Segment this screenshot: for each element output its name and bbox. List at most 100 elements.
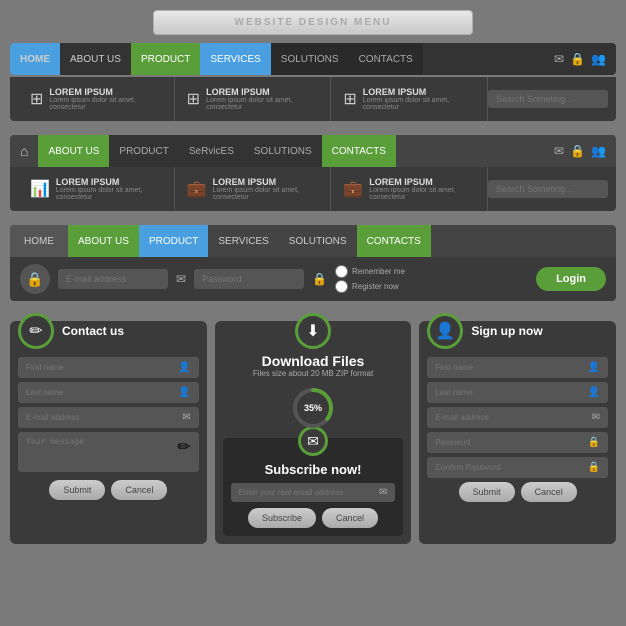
- signup-email-input[interactable]: [435, 413, 591, 422]
- nav3-about[interactable]: ABOUT US: [68, 225, 139, 257]
- search-input-2[interactable]: [488, 180, 608, 198]
- signup-confirm-input[interactable]: [435, 463, 587, 472]
- lock-icon: 🔒: [570, 52, 585, 66]
- submenu-title-3: LOREM IPSUM: [363, 87, 475, 97]
- search-wrap-1: [488, 90, 608, 108]
- login-email-input[interactable]: [58, 269, 168, 289]
- nav1-contacts[interactable]: CONTACTS: [349, 43, 423, 75]
- subscribe-btn-row: Subscribe Cancel: [231, 508, 396, 528]
- submenu-item-2: ⊞ LOREM IPSUM Lorem ipsum dolor sit amet…: [175, 77, 332, 121]
- subscribe-section: ✉ Subscribe now! ✉ Subscribe Cancel: [223, 438, 404, 536]
- progress-circle: 35%: [291, 386, 335, 430]
- nav-bar-3: HOME ABOUT US PRODUCT SERVICES SOLUTIONS…: [10, 225, 616, 257]
- lastname-input[interactable]: [26, 388, 178, 397]
- signup-lastname-input[interactable]: [435, 388, 587, 397]
- signup-cancel-button[interactable]: Cancel: [521, 482, 577, 502]
- submenu2-item-3: 💼 LOREM IPSUM Lorem ipsum dolor sit amet…: [331, 167, 488, 211]
- contact-card-title: Contact us: [62, 324, 124, 338]
- nav3-services[interactable]: SERVICES: [208, 225, 278, 257]
- login-password-input[interactable]: [194, 269, 304, 289]
- remember-label: Remember me: [352, 267, 405, 276]
- email-icon-signup: ✉: [592, 412, 600, 423]
- submenu-bar-1: ⊞ LOREM IPSUM Lorem ipsum dolor sit amet…: [10, 77, 616, 121]
- login-bar: 🔒 ✉ 🔒 Remember me Register now Login: [10, 257, 616, 301]
- subscribe-email-icon-2: ✉: [379, 487, 387, 498]
- signup-firstname-row: 👤: [427, 357, 608, 378]
- firstname-row: 👤: [18, 357, 199, 378]
- lock-icon-login: 🔒: [312, 272, 327, 286]
- nav2-contacts[interactable]: CONTACTS: [322, 135, 396, 167]
- nav2-solutions[interactable]: SOLUTIONS: [244, 135, 322, 167]
- submenu2-text-1: LOREM IPSUM Lorem ipsum dolor sit amet, …: [56, 177, 162, 201]
- search-input-1[interactable]: [488, 90, 608, 108]
- submenu2-title-3: LOREM IPSUM: [369, 177, 475, 187]
- signup-password-row: 🔒: [427, 432, 608, 453]
- signup-firstname-input[interactable]: [435, 363, 587, 372]
- login-button[interactable]: Login: [536, 267, 606, 291]
- signup-btn-row: Submit Cancel: [427, 482, 608, 502]
- nav1-product[interactable]: PRODUCT: [131, 43, 200, 75]
- nav2-product[interactable]: PRODUCT: [109, 135, 178, 167]
- message-textarea[interactable]: [26, 437, 177, 467]
- signup-submit-button[interactable]: Submit: [459, 482, 515, 502]
- nav2-services[interactable]: SeRvicES: [179, 135, 244, 167]
- subscribe-email-input[interactable]: [239, 488, 379, 497]
- nav3-solutions[interactable]: SOLUTIONS: [279, 225, 357, 257]
- download-card: ⬇ Download Files Files size about 20 MB …: [215, 321, 412, 544]
- register-radio[interactable]: [335, 280, 348, 293]
- nav3-product[interactable]: PRODUCT: [139, 225, 208, 257]
- nav3-contacts[interactable]: CONTACTS: [357, 225, 431, 257]
- firstname-input[interactable]: [26, 363, 178, 372]
- users-icon-2: 👥: [591, 144, 606, 158]
- signup-card-header: 👤 Sign up now: [427, 313, 608, 349]
- signup-confirm-row: 🔒: [427, 457, 608, 478]
- remember-radio[interactable]: [335, 265, 348, 278]
- submenu2-title-2: LOREM IPSUM: [213, 177, 319, 187]
- nav3-home[interactable]: HOME: [10, 225, 68, 257]
- signup-email-row: ✉: [427, 407, 608, 428]
- submenu-text-2: LOREM IPSUM Lorem ipsum dolor sit amet, …: [206, 87, 318, 111]
- nav-section-3: HOME ABOUT US PRODUCT SERVICES SOLUTIONS…: [10, 225, 616, 311]
- subscribe-cancel-button[interactable]: Cancel: [322, 508, 378, 528]
- submenu-sub-3: Lorem ipsum dolor sit amet, consectetur: [363, 97, 475, 111]
- message-row: ✏: [18, 432, 199, 472]
- nav1-services[interactable]: SERVICES: [200, 43, 270, 75]
- nav1-about[interactable]: ABOUT US: [60, 43, 131, 75]
- page-title-bar: WEBSITE DESIGN MENU: [153, 10, 473, 35]
- submenu2-text-3: LOREM IPSUM Lorem ipsum dolor sit amet, …: [369, 177, 475, 201]
- signup-lastname-row: 👤: [427, 382, 608, 403]
- lock-icon-signup: 🔒: [588, 437, 600, 448]
- signup-icon-circle: 👤: [427, 313, 463, 349]
- contact-btn-row: Submit Cancel: [18, 480, 199, 500]
- user-icon-s2: 👤: [588, 387, 600, 398]
- submenu2-text-2: LOREM IPSUM Lorem ipsum dolor sit amet, …: [213, 177, 319, 201]
- subscribe-email-icon: ✉: [307, 433, 319, 450]
- subscribe-button[interactable]: Subscribe: [248, 508, 316, 528]
- bag-icon-2: 💼: [343, 179, 363, 199]
- submenu2-title-1: LOREM IPSUM: [56, 177, 162, 187]
- nav-bar-1: HOME ABOUT US PRODUCT SERVICES SOLUTIONS…: [10, 43, 616, 75]
- email-input-contact[interactable]: [26, 413, 182, 422]
- user-icon-contact: 👤: [178, 362, 190, 373]
- submenu2-sub-2: Lorem ipsum dolor sit amet, consectetur: [213, 187, 319, 201]
- nav2-icons: ✉ 🔒 👥: [544, 135, 616, 167]
- progress-label: 35%: [304, 403, 322, 413]
- grid-icon-3: ⊞: [343, 89, 356, 109]
- contact-submit-button[interactable]: Submit: [49, 480, 105, 500]
- nav2-home[interactable]: ⌂: [10, 135, 38, 167]
- email-icon-contact: ✉: [182, 412, 190, 423]
- contact-cancel-button[interactable]: Cancel: [111, 480, 167, 500]
- signup-password-input[interactable]: [435, 438, 587, 447]
- nav1-home[interactable]: HOME: [10, 43, 60, 75]
- submenu-sub-2: Lorem ipsum dolor sit amet, consectetur: [206, 97, 318, 111]
- users-icon: 👥: [591, 52, 606, 66]
- bag-icon: 💼: [187, 179, 207, 199]
- nav2-about[interactable]: ABOUT US: [38, 135, 109, 167]
- nav-section-2: ⌂ ABOUT US PRODUCT SeRvicES SOLUTIONS CO…: [10, 135, 616, 219]
- download-header: ⬇: [295, 313, 331, 349]
- lastname-row: 👤: [18, 382, 199, 403]
- nav1-solutions[interactable]: SOLUTIONS: [271, 43, 349, 75]
- lock-icon-2: 🔒: [570, 144, 585, 158]
- contact-icon-circle: ✏: [18, 313, 54, 349]
- cards-row: ✏ Contact us 👤 👤 ✉ ✏ Submit Cancel ⬇: [10, 321, 616, 544]
